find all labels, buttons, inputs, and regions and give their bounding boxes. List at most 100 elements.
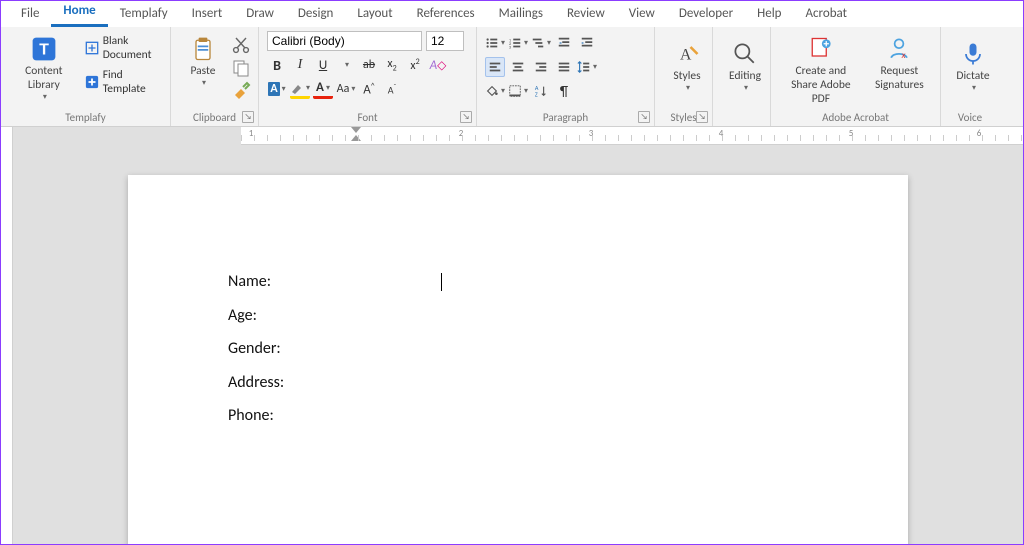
increase-indent-button[interactable] xyxy=(577,33,597,53)
create-pdf-button[interactable]: Create and Share Adobe PDF xyxy=(779,31,863,110)
doc-line[interactable]: Address: xyxy=(228,366,808,400)
align-center-button[interactable] xyxy=(508,57,528,77)
request-signatures-button[interactable]: x Request Signatures xyxy=(867,31,932,97)
blank-document-button[interactable]: Blank Document xyxy=(83,33,162,63)
horizontal-ruler[interactable]: 1 2 3 4 5 6 xyxy=(241,127,1023,145)
bullets-button[interactable] xyxy=(485,33,505,53)
paragraph-launcher[interactable]: ↘ xyxy=(638,111,650,123)
copy-button[interactable] xyxy=(231,58,251,78)
create-pdf-label: Create and Share Adobe PDF xyxy=(785,65,857,106)
italic-button[interactable]: I xyxy=(290,55,310,75)
highlighter-icon xyxy=(290,82,304,94)
font-launcher[interactable]: ↘ xyxy=(460,111,472,123)
styles-label: Styles xyxy=(673,70,700,84)
format-painter-button[interactable] xyxy=(231,81,251,101)
tab-developer[interactable]: Developer xyxy=(667,2,745,27)
shrink-font-button[interactable]: Aˇ xyxy=(382,79,402,99)
doc-line[interactable]: Phone: xyxy=(228,399,808,433)
content-library-icon: T xyxy=(30,35,58,63)
group-acrobat-title: Adobe Acrobat xyxy=(779,111,932,124)
group-styles: A Styles Styles ↘ xyxy=(655,27,713,126)
paintbrush-icon xyxy=(231,81,251,101)
align-center-icon xyxy=(511,60,525,74)
tab-draw[interactable]: Draw xyxy=(234,2,286,27)
borders-icon xyxy=(508,84,522,98)
group-voice-title: Voice xyxy=(949,111,991,124)
vertical-ruler-stub xyxy=(1,127,13,544)
underline-dropdown[interactable] xyxy=(336,55,356,75)
cut-button[interactable] xyxy=(231,35,251,55)
doc-line[interactable]: Name: xyxy=(228,265,808,299)
justify-button[interactable] xyxy=(554,57,574,77)
grow-font-button[interactable]: A^ xyxy=(359,79,379,99)
shading-button[interactable] xyxy=(485,81,505,101)
tab-acrobat[interactable]: Acrobat xyxy=(794,2,860,27)
line-spacing-button[interactable] xyxy=(577,57,597,77)
borders-button[interactable] xyxy=(508,81,528,101)
tab-layout[interactable]: Layout xyxy=(345,2,404,27)
tab-mailings[interactable]: Mailings xyxy=(487,2,555,27)
group-font: B I U ab x2 x2 A◇ A A Aa A^ Aˇ xyxy=(259,27,477,126)
bullets-icon xyxy=(485,36,499,50)
justify-icon xyxy=(557,60,571,74)
editing-button[interactable]: Editing xyxy=(721,31,769,103)
workspace: 1 2 3 4 5 6 Name: Age: Gender: Address: … xyxy=(1,127,1023,544)
sort-button[interactable]: AZ xyxy=(531,81,551,101)
tab-review[interactable]: Review xyxy=(555,2,617,27)
doc-line[interactable]: Age: xyxy=(228,299,808,333)
doc-line[interactable]: Gender: xyxy=(228,332,808,366)
align-left-icon xyxy=(488,60,502,74)
numbering-button[interactable]: 123 xyxy=(508,33,528,53)
document-area[interactable]: Name: Age: Gender: Address: Phone: xyxy=(13,145,1023,544)
tab-file[interactable]: File xyxy=(9,2,51,27)
strikethrough-button[interactable]: ab xyxy=(359,55,379,75)
styles-launcher[interactable]: ↘ xyxy=(696,111,708,123)
bold-button[interactable]: B xyxy=(267,55,287,75)
font-name-combobox[interactable] xyxy=(267,31,422,51)
group-voice: Dictate Voice xyxy=(941,27,999,126)
underline-button[interactable]: U xyxy=(313,55,333,75)
tab-templafy[interactable]: Templafy xyxy=(108,2,180,27)
multilevel-list-button[interactable] xyxy=(531,33,551,53)
multilevel-icon xyxy=(531,36,545,50)
clipboard-launcher[interactable]: ↘ xyxy=(242,111,254,123)
clear-formatting-button[interactable]: A◇ xyxy=(428,55,448,75)
tab-insert[interactable]: Insert xyxy=(180,2,235,27)
find-template-button[interactable]: Find Template xyxy=(83,67,162,97)
group-clipboard: Paste Clipboard↘ xyxy=(171,27,259,126)
tab-view[interactable]: View xyxy=(617,2,667,27)
paste-label: Paste xyxy=(190,65,215,79)
blank-document-label: Blank Document xyxy=(103,34,160,62)
superscript-button[interactable]: x2 xyxy=(405,55,425,75)
group-editing: Editing xyxy=(713,27,771,126)
styles-button[interactable]: A Styles xyxy=(663,31,711,103)
svg-text:x: x xyxy=(901,51,906,61)
highlight-button[interactable] xyxy=(290,79,310,99)
indent-icon xyxy=(580,36,594,50)
tab-help[interactable]: Help xyxy=(745,2,793,27)
align-left-button[interactable] xyxy=(485,57,505,77)
align-right-icon xyxy=(534,60,548,74)
text-effects-button[interactable]: A xyxy=(267,79,287,99)
tab-references[interactable]: References xyxy=(405,2,487,27)
outdent-icon xyxy=(557,36,571,50)
text-cursor xyxy=(441,273,442,291)
paste-button[interactable]: Paste xyxy=(179,31,227,92)
font-size-combobox[interactable] xyxy=(426,31,464,51)
change-case-button[interactable]: Aa xyxy=(336,79,356,99)
content-library-button[interactable]: T Content Library xyxy=(9,31,79,106)
dictate-button[interactable]: Dictate xyxy=(949,31,997,103)
find-template-icon xyxy=(85,75,99,89)
sort-icon: AZ xyxy=(534,84,548,98)
tab-design[interactable]: Design xyxy=(286,2,345,27)
show-marks-button[interactable]: ¶ xyxy=(554,81,574,101)
decrease-indent-button[interactable] xyxy=(554,33,574,53)
tab-home[interactable]: Home xyxy=(51,0,107,27)
ribbon: T Content Library Blank Document Find Te… xyxy=(1,27,1023,127)
subscript-button[interactable]: x2 xyxy=(382,55,402,75)
align-right-button[interactable] xyxy=(531,57,551,77)
pdf-share-icon xyxy=(807,35,835,63)
scissors-icon xyxy=(231,35,251,55)
font-color-button[interactable]: A xyxy=(313,79,333,99)
page[interactable]: Name: Age: Gender: Address: Phone: xyxy=(128,175,908,544)
